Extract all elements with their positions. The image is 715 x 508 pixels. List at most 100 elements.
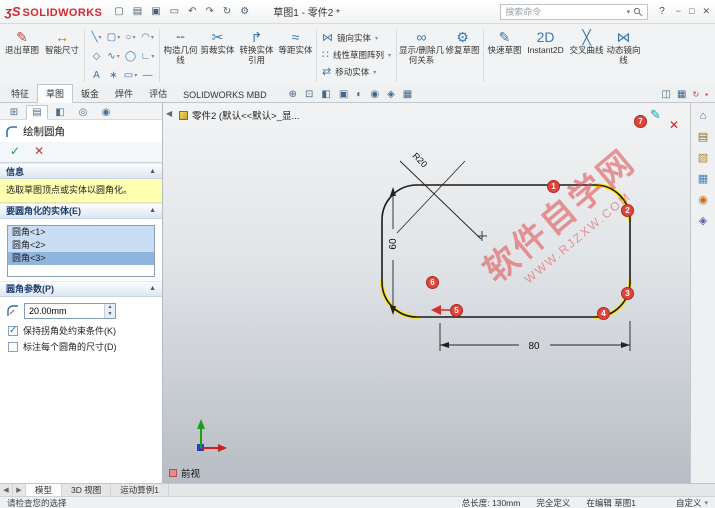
- tab-scroll-right-icon[interactable]: ▶: [13, 484, 26, 496]
- custom-properties-icon[interactable]: ◈: [699, 214, 707, 227]
- hide-show-items-icon[interactable]: ◉: [370, 89, 379, 100]
- spline-icon[interactable]: ∿: [105, 47, 122, 66]
- apply-scene-icon[interactable]: ▦: [403, 89, 412, 100]
- units-dropdown[interactable]: 自定义 ▾: [676, 497, 708, 508]
- rebuild-icon[interactable]: ↻: [220, 5, 234, 18]
- keep-constraints-row[interactable]: 保持拐角处约束条件(K): [0, 323, 162, 340]
- graphics-area[interactable]: R20 60 80: [163, 103, 690, 483]
- tab-scroll-left-icon[interactable]: ◀: [0, 484, 13, 496]
- search-dropdown-icon[interactable]: ▾: [627, 8, 631, 16]
- solidworks-resources-icon[interactable]: ⌂: [700, 110, 707, 122]
- trim-entities-button[interactable]: ✂ 剪裁实体: [199, 26, 236, 85]
- fillet-balloon[interactable]: 6: [426, 276, 439, 289]
- zoom-fit-icon[interactable]: ⊕: [289, 89, 297, 100]
- close-button[interactable]: ✕: [702, 6, 710, 17]
- polygon-icon[interactable]: ◇: [88, 47, 105, 66]
- width-dimension-text[interactable]: 80: [528, 341, 540, 352]
- fillet-balloon[interactable]: 4: [597, 307, 610, 320]
- zoom-area-icon[interactable]: ⊡: [305, 89, 313, 100]
- mirror-entities-button[interactable]: ⋈ 镜向实体: [322, 32, 391, 44]
- entities-listbox[interactable]: 圆角<1> 圆角<2> 圆角<3>: [7, 225, 155, 277]
- minimize-button[interactable]: −: [676, 6, 681, 17]
- rectangle-icon[interactable]: ▢: [105, 28, 122, 47]
- display-pane-icon[interactable]: ◫: [662, 89, 671, 100]
- radius-dimension-text[interactable]: R20: [411, 151, 430, 170]
- spin-down-icon[interactable]: ▼: [105, 311, 115, 318]
- construction-geometry-button[interactable]: ╌ 构造几何线: [162, 26, 199, 85]
- command-search-box[interactable]: ▾: [500, 4, 648, 20]
- list-item[interactable]: 圆角<2>: [8, 239, 154, 252]
- tab-motion-study[interactable]: 运动算例1: [111, 484, 169, 496]
- featuremanager-collapse-icon[interactable]: ◀: [166, 109, 172, 118]
- open-icon[interactable]: ▤: [130, 5, 145, 18]
- undo-icon[interactable]: ↶: [185, 5, 199, 18]
- propertymanager-tab[interactable]: ▤: [26, 105, 48, 120]
- breadcrumb[interactable]: 零件2 (默认<<默认>_显...: [179, 108, 299, 122]
- refresh-icon[interactable]: ↻: [692, 90, 699, 99]
- tab-model[interactable]: 模型: [26, 484, 62, 496]
- linear-sketch-pattern-button[interactable]: ∷ 线性草图阵列: [322, 49, 391, 61]
- radius-input[interactable]: [25, 304, 104, 318]
- file-explorer-icon[interactable]: ▧: [698, 151, 708, 164]
- design-library-icon[interactable]: ▤: [698, 130, 708, 143]
- repair-sketch-button[interactable]: ⚙ 修复草图: [444, 26, 481, 85]
- section-view-icon[interactable]: ◧: [321, 89, 330, 100]
- spin-up-icon[interactable]: ▲: [105, 304, 115, 311]
- options-icon[interactable]: ⚙: [237, 5, 252, 18]
- dimension-each-row[interactable]: 标注每个圆角的尺寸(D): [0, 339, 162, 356]
- confirm-cancel-icon[interactable]: ✕: [669, 118, 679, 132]
- save-icon[interactable]: ▣: [148, 5, 163, 18]
- displaymanager-tab[interactable]: ◉: [95, 106, 117, 119]
- fillet-balloon[interactable]: 2: [621, 204, 634, 217]
- tab-solidworks-mbd[interactable]: SOLIDWORKS MBD: [175, 88, 275, 102]
- slot-icon[interactable]: ▭: [122, 66, 139, 85]
- dynamic-mirror-button[interactable]: ⋈ 动态镜向线: [605, 26, 642, 85]
- message-section-header[interactable]: 信息 ▲: [0, 163, 162, 179]
- arc-icon[interactable]: ◠: [139, 28, 156, 47]
- tab-sheet-metal[interactable]: 钣金: [73, 85, 107, 102]
- tab-3d-views[interactable]: 3D 视图: [62, 484, 111, 496]
- display-style-icon[interactable]: ◐: [356, 89, 362, 100]
- radius-spinbox[interactable]: ▲ ▼: [24, 303, 116, 319]
- fillet-balloon[interactable]: 7: [634, 115, 647, 128]
- text-icon[interactable]: A: [88, 66, 105, 85]
- spinner-arrows[interactable]: ▲ ▼: [104, 304, 115, 318]
- fillet-balloon[interactable]: 3: [621, 287, 634, 300]
- ok-button[interactable]: ✓: [10, 144, 20, 158]
- centerline-icon[interactable]: ―: [139, 66, 156, 85]
- point-icon[interactable]: ∗: [105, 66, 122, 85]
- tab-sketch[interactable]: 草图: [37, 84, 73, 103]
- offset-entities-button[interactable]: ≈ 等距实体: [277, 26, 314, 85]
- cancel-button[interactable]: ✕: [34, 144, 44, 158]
- ellipse-icon[interactable]: ◯: [122, 47, 139, 66]
- appearances-icon[interactable]: ◉: [698, 193, 708, 206]
- tab-features[interactable]: 特征: [3, 85, 37, 102]
- keep-constraints-checkbox[interactable]: [8, 326, 18, 336]
- fillet-balloon[interactable]: 5: [450, 304, 463, 317]
- convert-entities-button[interactable]: ↱ 转换实体引用: [236, 26, 277, 85]
- list-item[interactable]: 圆角<1>: [8, 226, 154, 239]
- rapid-sketch-button[interactable]: ✎ 快速草图: [486, 26, 523, 85]
- smart-dimension-button[interactable]: ↔ 智能尺寸: [42, 26, 82, 85]
- help-button[interactable]: ?: [659, 6, 665, 17]
- circle-icon[interactable]: ○: [122, 28, 139, 47]
- view-palette-icon[interactable]: ▦: [698, 172, 708, 185]
- configurationmanager-tab[interactable]: ◧: [49, 106, 71, 119]
- confirm-exit-sketch-icon[interactable]: ✎: [650, 107, 661, 123]
- fillet-balloon[interactable]: 1: [547, 180, 560, 193]
- view-orientation-icon[interactable]: ▣: [339, 89, 348, 100]
- print-icon[interactable]: ▭: [167, 5, 182, 18]
- redo-icon[interactable]: ↷: [203, 5, 217, 18]
- instant2d-button[interactable]: 2D Instant2D: [523, 26, 568, 85]
- search-icon[interactable]: [633, 7, 643, 17]
- view-settings-icon[interactable]: ▦: [677, 89, 686, 100]
- notification-icon[interactable]: ▪: [705, 90, 708, 99]
- entities-section-header[interactable]: 要圆角化的实体(E) ▲: [0, 203, 162, 219]
- line-icon[interactable]: ╲: [88, 28, 105, 47]
- maximize-button[interactable]: □: [689, 6, 694, 17]
- display-delete-relations-button[interactable]: ∞ 显示/删除几何关系: [399, 26, 444, 85]
- intersection-curve-button[interactable]: ╳ 交叉曲线: [568, 26, 605, 85]
- height-dimension-text[interactable]: 60: [388, 238, 399, 250]
- dimxpertmanager-tab[interactable]: ◎: [72, 106, 94, 119]
- dimension-each-checkbox[interactable]: [8, 342, 18, 352]
